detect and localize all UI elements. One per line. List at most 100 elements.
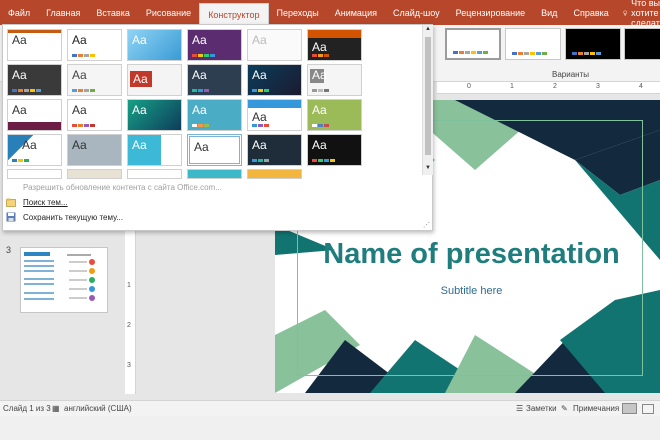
theme-24[interactable]: Aa	[307, 134, 362, 166]
theme-17[interactable]: Aa	[247, 99, 302, 131]
theme-sample: Aa	[252, 33, 267, 47]
theme-25[interactable]	[7, 169, 62, 179]
variant-2[interactable]	[505, 28, 561, 60]
theme-15[interactable]: Aa	[127, 99, 182, 131]
theme-sample: Aa	[192, 103, 207, 117]
theme-26[interactable]	[67, 169, 122, 179]
variant-1[interactable]	[445, 28, 501, 60]
tab-animations[interactable]: Анимация	[327, 0, 385, 25]
theme-sample: Aa	[133, 72, 148, 86]
theme-sample: Aa	[312, 68, 327, 82]
theme-sample: Aa	[192, 68, 207, 82]
theme-19[interactable]: Aa	[7, 134, 62, 166]
theme-22[interactable]: Aa	[187, 134, 242, 166]
menu-save-theme[interactable]: Сохранить текущую тему...	[3, 210, 431, 224]
thumbnail-content-image	[24, 252, 95, 301]
ruler-mark: 0	[467, 83, 471, 90]
ruler-mark: 1	[127, 282, 131, 289]
theme-sample: Aa	[194, 140, 209, 154]
theme-sample: Aa	[12, 103, 27, 117]
theme-13[interactable]: Aa	[7, 99, 62, 131]
theme-14[interactable]: Aa	[67, 99, 122, 131]
theme-2[interactable]: Aa	[67, 29, 122, 61]
comments-button[interactable]: Примечания	[573, 404, 619, 413]
menu-browse-themes[interactable]: Поиск тем...	[3, 195, 431, 209]
save-icon	[3, 212, 19, 222]
slide-count: Слайд 1 из 3	[3, 404, 51, 413]
theme-sample: Aa	[132, 138, 147, 152]
comments-icon: ✎	[561, 404, 568, 413]
notes-button[interactable]: Заметки	[526, 404, 557, 413]
scroll-down-icon[interactable]: ▼	[425, 165, 431, 171]
notes-icon: ☰	[516, 404, 524, 413]
theme-office[interactable]: Aa	[7, 29, 62, 61]
variant-3[interactable]	[565, 28, 621, 60]
theme-27[interactable]	[127, 169, 182, 179]
window-bottom-area	[0, 416, 660, 440]
ribbon-tabs: Файл Главная Вставка Рисование Конструкт…	[0, 0, 660, 28]
theme-sample: Aa	[252, 68, 267, 82]
tab-insert[interactable]: Вставка	[88, 0, 137, 25]
theme-9[interactable]: Aa	[127, 64, 182, 96]
theme-sample: Aa	[72, 138, 87, 152]
theme-29[interactable]	[247, 169, 302, 179]
theme-sample: Aa	[72, 33, 87, 47]
menu-save-theme-label: Сохранить текущую тему...	[23, 212, 123, 222]
theme-sample: Aa	[72, 68, 87, 82]
theme-sample: Aa	[132, 33, 147, 47]
themes-gallery-dropdown: Aa Aa Aa Aa Aa Aa Aa Aa Aa Aa Aa Aa Aa A…	[2, 24, 433, 231]
slide-thumbnail-3[interactable]	[20, 247, 108, 313]
language-indicator[interactable]: английский (США)	[64, 404, 132, 413]
theme-sample: Aa	[312, 103, 327, 117]
theme-10[interactable]: Aa	[187, 64, 242, 96]
tab-transitions[interactable]: Переходы	[269, 0, 327, 25]
theme-23[interactable]: Aa	[247, 134, 302, 166]
theme-7[interactable]: Aa	[7, 64, 62, 96]
menu-browse-themes-label: Поиск тем...	[23, 197, 68, 207]
theme-28[interactable]	[187, 169, 242, 179]
slide-subtitle[interactable]: Subtitle here	[275, 285, 660, 297]
theme-sample: Aa	[192, 33, 207, 47]
theme-8[interactable]: Aa	[67, 64, 122, 96]
theme-4[interactable]: Aa	[187, 29, 242, 61]
tab-slideshow[interactable]: Слайд-шоу	[385, 0, 448, 25]
variant-4[interactable]	[624, 28, 660, 60]
slide-title[interactable]: Name of presentation	[275, 238, 660, 271]
tab-help[interactable]: Справка	[565, 0, 616, 25]
sorter-view-icon[interactable]	[642, 404, 654, 414]
ruler-mark: 1	[510, 83, 514, 90]
theme-3[interactable]: Aa	[127, 29, 182, 61]
tab-design[interactable]: Конструктор	[199, 3, 269, 25]
theme-21[interactable]: Aa	[127, 134, 182, 166]
slide-number: 3	[6, 245, 12, 255]
ruler-mark: 4	[639, 83, 643, 90]
scroll-thumb[interactable]	[425, 37, 431, 155]
theme-11[interactable]: Aa	[247, 64, 302, 96]
resize-grip-icon[interactable]: ⋰	[423, 221, 430, 229]
tab-draw[interactable]: Рисование	[138, 0, 199, 25]
ruler-mark: 3	[127, 362, 131, 369]
tab-home[interactable]: Главная	[38, 0, 88, 25]
theme-18[interactable]: Aa	[307, 99, 362, 131]
theme-12[interactable]: Aa	[307, 64, 362, 96]
theme-20[interactable]: Aa	[67, 134, 122, 166]
tell-me-text: Что вы хотите сделать?	[631, 0, 660, 28]
theme-5[interactable]: Aa	[247, 29, 302, 61]
theme-sample: Aa	[132, 103, 147, 117]
scroll-up-icon[interactable]: ▲	[425, 26, 431, 32]
theme-sample: Aa	[72, 103, 87, 117]
theme-sample: Aa	[312, 40, 327, 54]
tab-view[interactable]: Вид	[533, 0, 565, 25]
variants-group-label: Варианты	[552, 70, 589, 79]
theme-16[interactable]: Aa	[187, 99, 242, 131]
spellcheck-icon[interactable]: ▦	[52, 404, 60, 413]
menu-enable-updates-label: Разрешить обновление контента с сайта Of…	[23, 182, 222, 192]
powerpoint-window: { "ribbon_tabs": ["Файл","Главная","Вста…	[0, 0, 660, 440]
theme-6[interactable]: Aa	[307, 29, 362, 61]
tab-review[interactable]: Рецензирование	[448, 0, 534, 25]
horizontal-ruler: 0 1 2 3 4	[437, 82, 660, 94]
tab-file[interactable]: Файл	[0, 0, 38, 25]
tell-me-box[interactable]: Что вы хотите сделать?	[617, 0, 660, 28]
gallery-scrollbar[interactable]: ▲ ▼	[422, 25, 433, 175]
normal-view-icon[interactable]	[622, 403, 637, 414]
